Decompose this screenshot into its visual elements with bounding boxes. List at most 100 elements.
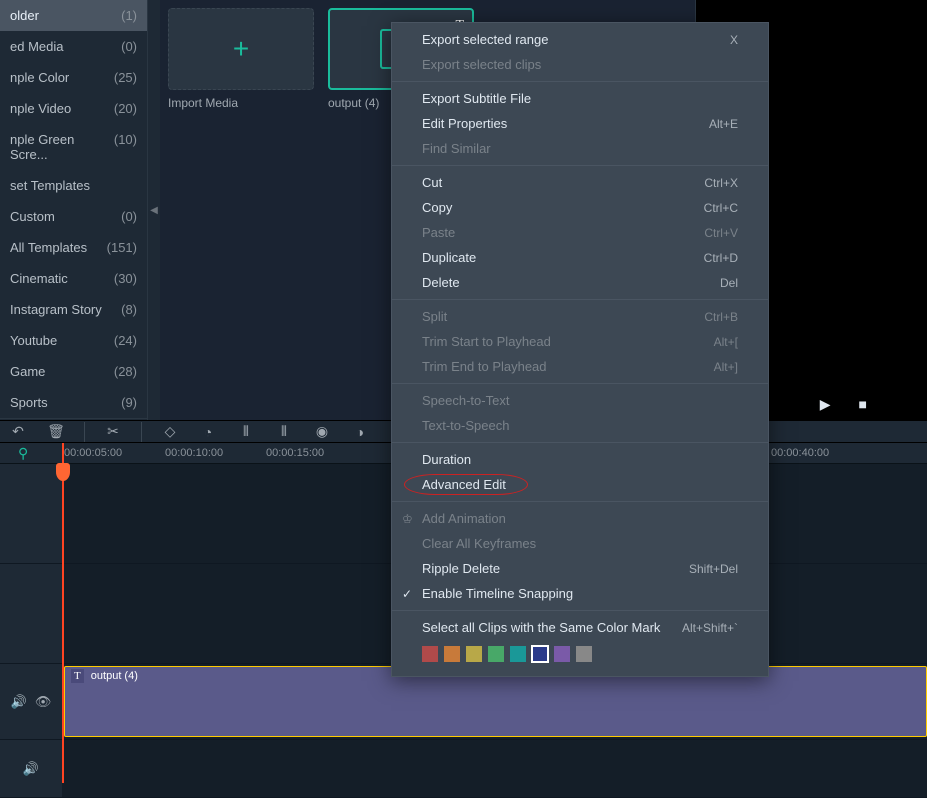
sidebar-item-2[interactable]: nple Color(25)	[0, 62, 147, 93]
menu-shortcut: Ctrl+X	[704, 176, 738, 190]
menu-label: Speech-to-Text	[422, 393, 509, 408]
menu-item-delete[interactable]: Delete Del	[392, 270, 768, 295]
sidebar-label: set Templates	[10, 178, 90, 193]
menu-label: Text-to-Speech	[422, 418, 509, 433]
audio-track[interactable]: 🔊	[0, 740, 927, 798]
delete-icon[interactable]: 🗑	[46, 422, 66, 442]
marker-icon[interactable]: ◑	[350, 422, 370, 442]
import-media-tile[interactable]: + Import Media	[168, 8, 314, 412]
sidebar-label: All Templates	[10, 240, 87, 255]
sidebar-collapse-handle[interactable]: ◀	[148, 0, 160, 420]
play-button[interactable]: ▶	[820, 396, 831, 413]
sidebar-item-6[interactable]: Custom (0)	[0, 201, 147, 232]
menu-item-duplicate[interactable]: DuplicateCtrl+D	[392, 245, 768, 270]
menu-shortcut: Alt+E	[709, 117, 738, 131]
check-icon: ✓	[402, 587, 412, 601]
magnet-icon[interactable]: ⚲	[18, 445, 28, 462]
color-swatch-6[interactable]	[554, 646, 570, 662]
sidebar-label: ed Media	[10, 39, 63, 54]
color-icon[interactable]: ◉	[312, 422, 332, 442]
menu-label: Advanced Edit	[422, 477, 506, 492]
menu-label: Paste	[422, 225, 455, 240]
menu-item-enable-timeline-snapping[interactable]: ✓ Enable Timeline Snapping	[392, 581, 768, 606]
stop-button[interactable]: ■	[859, 396, 867, 413]
menu-item-clear-all-keyframes: Clear All Keyframes	[392, 531, 768, 556]
menu-shortcut: Alt+]	[714, 360, 738, 374]
sidebar-label: Custom	[10, 209, 55, 224]
color-swatch-7[interactable]	[576, 646, 592, 662]
color-swatch-4[interactable]	[510, 646, 526, 662]
sidebar-item-4[interactable]: nple Green Scre...(10)	[0, 124, 147, 170]
sidebar-item-8[interactable]: Cinematic(30)	[0, 263, 147, 294]
chevron-left-icon: ◀	[150, 205, 158, 216]
menu-label: Ripple Delete	[422, 561, 500, 576]
time-mark: 00:00:15:00	[266, 447, 367, 459]
sidebar-count: (24)	[114, 333, 137, 348]
sidebar-count: (0)	[121, 39, 137, 54]
sidebar-item-7[interactable]: All Templates(151)	[0, 232, 147, 263]
sidebar-item-9[interactable]: Instagram Story(8)	[0, 294, 147, 325]
menu-label: Delete	[422, 275, 460, 290]
color-swatch-2[interactable]	[466, 646, 482, 662]
menu-shortcut: Alt+[	[714, 335, 738, 349]
color-swatch-0[interactable]	[422, 646, 438, 662]
menu-shortcut: Shift+Del	[689, 562, 738, 576]
menu-label: Split	[422, 309, 447, 324]
sidebar-item-10[interactable]: Youtube (24)	[0, 325, 147, 356]
menu-label: Edit Properties	[422, 116, 507, 131]
undo-icon[interactable]: ↶	[8, 422, 28, 442]
sidebar-item-11[interactable]: Game(28)	[0, 356, 147, 387]
context-menu: Export selected range X Export selected cl…	[391, 22, 769, 677]
menu-item-ripple-delete[interactable]: Ripple Delete Shift+Del	[392, 556, 768, 581]
sidebar-item-3[interactable]: nple Video (20)	[0, 93, 147, 124]
menu-item-export-subtitle-file[interactable]: Export Subtitle File	[392, 86, 768, 111]
sidebar-item-0[interactable]: older(1)	[0, 0, 147, 31]
sidebar-count: (25)	[114, 70, 137, 85]
sidebar-item-5[interactable]: set Templates	[0, 170, 147, 201]
menu-label: Trim Start to Playhead	[422, 334, 551, 349]
menu-label: Copy	[422, 200, 452, 215]
menu-label: Export selected range	[422, 32, 548, 47]
menu-item-select-all-clips-with-the-same-color-mark[interactable]: Select all Clips with the Same Color Mar…	[392, 615, 768, 640]
sidebar-item-1[interactable]: ed Media (0)	[0, 31, 147, 62]
sidebar-count: (0)	[121, 209, 137, 224]
sidebar-item-12[interactable]: Sports(9)	[0, 387, 147, 418]
crown-icon: ♔	[402, 512, 413, 526]
time-mark: 00:00:05:00	[64, 447, 165, 459]
color-swatch-1[interactable]	[444, 646, 460, 662]
sidebar-label: Youtube	[10, 333, 57, 348]
menu-shortcut: Del	[720, 276, 738, 290]
sidebar-label: nple Video	[10, 101, 71, 116]
mute-icon[interactable]: 🔊	[11, 694, 27, 710]
menu-item-speech-to-text: Speech-to-Text	[392, 388, 768, 413]
menu-item-duration[interactable]: Duration	[392, 447, 768, 472]
menu-item-cut[interactable]: CutCtrl+X	[392, 170, 768, 195]
mute-icon[interactable]: 🔊	[23, 761, 39, 777]
sidebar-count: (20)	[114, 101, 137, 116]
color-swatch-5[interactable]	[532, 646, 548, 662]
cut-icon[interactable]: ✂	[103, 422, 123, 442]
transport-controls: ▶ ■	[820, 396, 867, 413]
plus-icon: +	[233, 33, 249, 65]
time-mark: 00:00:10:00	[165, 447, 266, 459]
speed-icon[interactable]: ◔	[198, 422, 218, 442]
tag-icon[interactable]: ◇	[160, 422, 180, 442]
adjust-icon[interactable]: ⫴	[236, 422, 256, 442]
color-swatch-3[interactable]	[488, 646, 504, 662]
menu-item-export-selected-clips: Export selected clips	[392, 52, 768, 77]
menu-label: Enable Timeline Snapping	[422, 586, 573, 601]
sidebar-label: Cinematic	[10, 271, 68, 286]
menu-shortcut: X	[730, 33, 738, 47]
playhead[interactable]	[62, 443, 64, 783]
menu-item-trim-end-to-playhead: Trim End to PlayheadAlt+]	[392, 354, 768, 379]
menu-shortcut: Ctrl+B	[704, 310, 738, 324]
visibility-icon[interactable]: 👁	[35, 694, 52, 710]
audio-icon[interactable]: ⦀	[274, 422, 294, 442]
sidebar-count: (10)	[114, 132, 137, 162]
text-clip-icon: T	[71, 669, 84, 683]
menu-item-edit-properties[interactable]: Edit Properties Alt+E	[392, 111, 768, 136]
menu-item-advanced-edit[interactable]: Advanced Edit	[392, 472, 768, 497]
menu-item-export-selected-range[interactable]: Export selected range X	[392, 27, 768, 52]
menu-item-copy[interactable]: CopyCtrl+C	[392, 195, 768, 220]
menu-item-paste: PasteCtrl+V	[392, 220, 768, 245]
